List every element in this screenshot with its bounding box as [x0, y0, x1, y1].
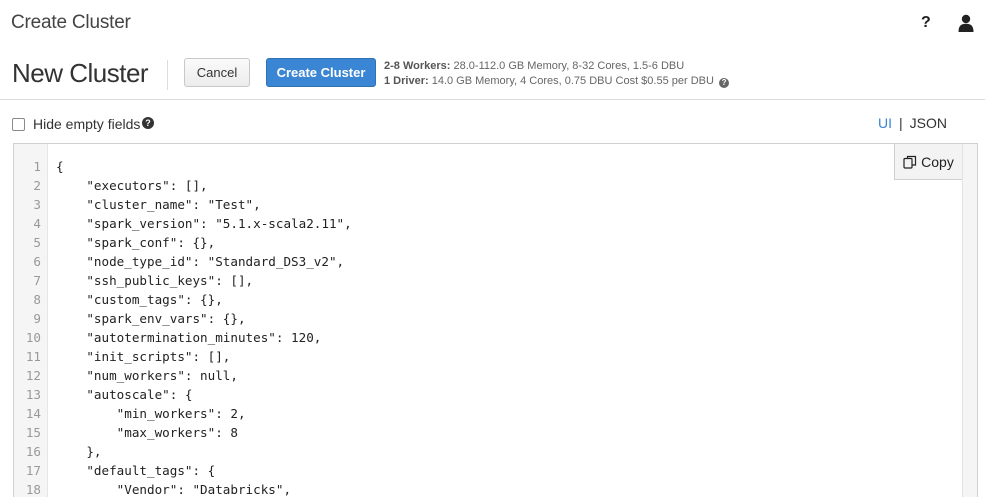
line-text[interactable]: {	[56, 157, 64, 176]
help-icon[interactable]: ?	[921, 14, 931, 32]
hide-empty-fields-label[interactable]: Hide empty fields	[33, 116, 140, 132]
options-row: Hide empty fields ? UI | JSON	[0, 101, 985, 143]
cluster-header: New Cluster Cancel Create Cluster 2-8 Wo…	[0, 48, 985, 100]
line-text[interactable]: "custom_tags": {},	[56, 290, 222, 309]
code-line[interactable]: 5 "spark_conf": {},	[14, 233, 954, 252]
cancel-button[interactable]: Cancel	[184, 58, 250, 87]
code-line[interactable]: 14 "min_workers": 2,	[14, 404, 954, 423]
code-line[interactable]: 10 "autotermination_minutes": 120,	[14, 328, 954, 347]
line-text[interactable]: },	[56, 442, 101, 461]
editor-scrollbar[interactable]	[962, 144, 977, 497]
code-line[interactable]: 17 "default_tags": {	[14, 461, 954, 480]
line-number: 5	[33, 235, 41, 250]
code-line[interactable]: 18 "Vendor": "Databricks",	[14, 480, 954, 497]
line-number: 7	[33, 273, 41, 288]
line-number: 15	[25, 425, 41, 440]
line-text[interactable]: "default_tags": {	[56, 461, 215, 480]
code-line[interactable]: 2 "executors": [],	[14, 176, 954, 195]
tab-ui[interactable]: UI	[878, 115, 892, 131]
driver-label: 1 Driver:	[384, 75, 429, 87]
cluster-summary: 2-8 Workers: 28.0-112.0 GB Memory, 8-32 …	[384, 59, 730, 89]
code-line[interactable]: 8 "custom_tags": {},	[14, 290, 954, 309]
line-number: 16	[25, 444, 41, 459]
line-text[interactable]: "spark_conf": {},	[56, 233, 215, 252]
line-text[interactable]: "node_type_id": "Standard_DS3_v2",	[56, 252, 344, 271]
copy-icon	[903, 155, 917, 169]
line-text[interactable]: "ssh_public_keys": [],	[56, 271, 253, 290]
workers-label: 2-8 Workers:	[384, 60, 451, 72]
code-line[interactable]: 11 "init_scripts": [],	[14, 347, 954, 366]
code-line[interactable]: 6 "node_type_id": "Standard_DS3_v2",	[14, 252, 954, 271]
line-number: 3	[33, 197, 41, 212]
top-bar: Create Cluster ?	[0, 0, 985, 48]
code-line[interactable]: 9 "spark_env_vars": {},	[14, 309, 954, 328]
copy-label: Copy	[921, 153, 954, 170]
page-heading: Create Cluster	[11, 12, 131, 33]
code-line[interactable]: 13 "autoscale": {	[14, 385, 954, 404]
line-text[interactable]: "init_scripts": [],	[56, 347, 230, 366]
line-text[interactable]: "spark_version": "5.1.x-scala2.11",	[56, 214, 351, 233]
code-line[interactable]: 12 "num_workers": null,	[14, 366, 954, 385]
code-content[interactable]: 1{2 "executors": [], 3 "cluster_name": "T…	[14, 157, 954, 497]
line-number: 2	[33, 178, 41, 193]
create-cluster-button[interactable]: Create Cluster	[266, 58, 376, 87]
code-line[interactable]: 4 "spark_version": "5.1.x-scala2.11",	[14, 214, 954, 233]
copy-button[interactable]: Copy	[894, 144, 963, 180]
code-line[interactable]: 1{	[14, 157, 954, 176]
line-text[interactable]: "Vendor": "Databricks",	[56, 480, 291, 497]
line-number: 4	[33, 216, 41, 231]
code-line[interactable]: 16 },	[14, 442, 954, 461]
hide-empty-fields-checkbox[interactable]	[12, 118, 25, 131]
tab-json[interactable]: JSON	[910, 115, 947, 131]
header-divider	[167, 60, 168, 90]
view-separator: |	[899, 115, 903, 131]
line-number: 8	[33, 292, 41, 307]
user-icon[interactable]	[958, 14, 974, 32]
line-number: 12	[25, 368, 41, 383]
line-text[interactable]: "max_workers": 8	[56, 423, 238, 442]
json-editor[interactable]: 1{2 "executors": [], 3 "cluster_name": "T…	[13, 143, 978, 497]
line-number: 17	[25, 463, 41, 478]
line-text[interactable]: "autoscale": {	[56, 385, 192, 404]
line-number: 6	[33, 254, 41, 269]
code-line[interactable]: 7 "ssh_public_keys": [],	[14, 271, 954, 290]
driver-detail: 14.0 GB Memory, 4 Cores, 0.75 DBU Cost $…	[428, 75, 714, 87]
line-text[interactable]: "spark_env_vars": {},	[56, 309, 245, 328]
driver-summary: 1 Driver: 14.0 GB Memory, 4 Cores, 0.75 …	[384, 74, 730, 89]
line-text[interactable]: "executors": [],	[56, 176, 207, 195]
view-toggle: UI | JSON	[878, 115, 947, 131]
workers-summary: 2-8 Workers: 28.0-112.0 GB Memory, 8-32 …	[384, 59, 729, 74]
info-icon[interactable]: ?	[142, 117, 154, 129]
cost-help-icon[interactable]: ?	[719, 78, 730, 88]
line-number: 13	[25, 387, 41, 402]
code-line[interactable]: 15 "max_workers": 8	[14, 423, 954, 442]
line-text[interactable]: "num_workers": null,	[56, 366, 238, 385]
cluster-name-title[interactable]: New Cluster	[12, 58, 149, 89]
workers-detail: 28.0-112.0 GB Memory, 8-32 Cores, 1.5-6 …	[450, 60, 685, 72]
line-number: 18	[25, 482, 41, 497]
line-number: 1	[33, 159, 41, 174]
line-number: 9	[33, 311, 41, 326]
line-text[interactable]: "min_workers": 2,	[56, 404, 246, 423]
code-line[interactable]: 3 "cluster_name": "Test",	[14, 195, 954, 214]
line-number: 11	[25, 349, 41, 364]
line-number: 10	[25, 330, 41, 345]
line-number: 14	[25, 406, 41, 421]
line-text[interactable]: "cluster_name": "Test",	[56, 195, 260, 214]
line-text[interactable]: "autotermination_minutes": 120,	[56, 328, 321, 347]
